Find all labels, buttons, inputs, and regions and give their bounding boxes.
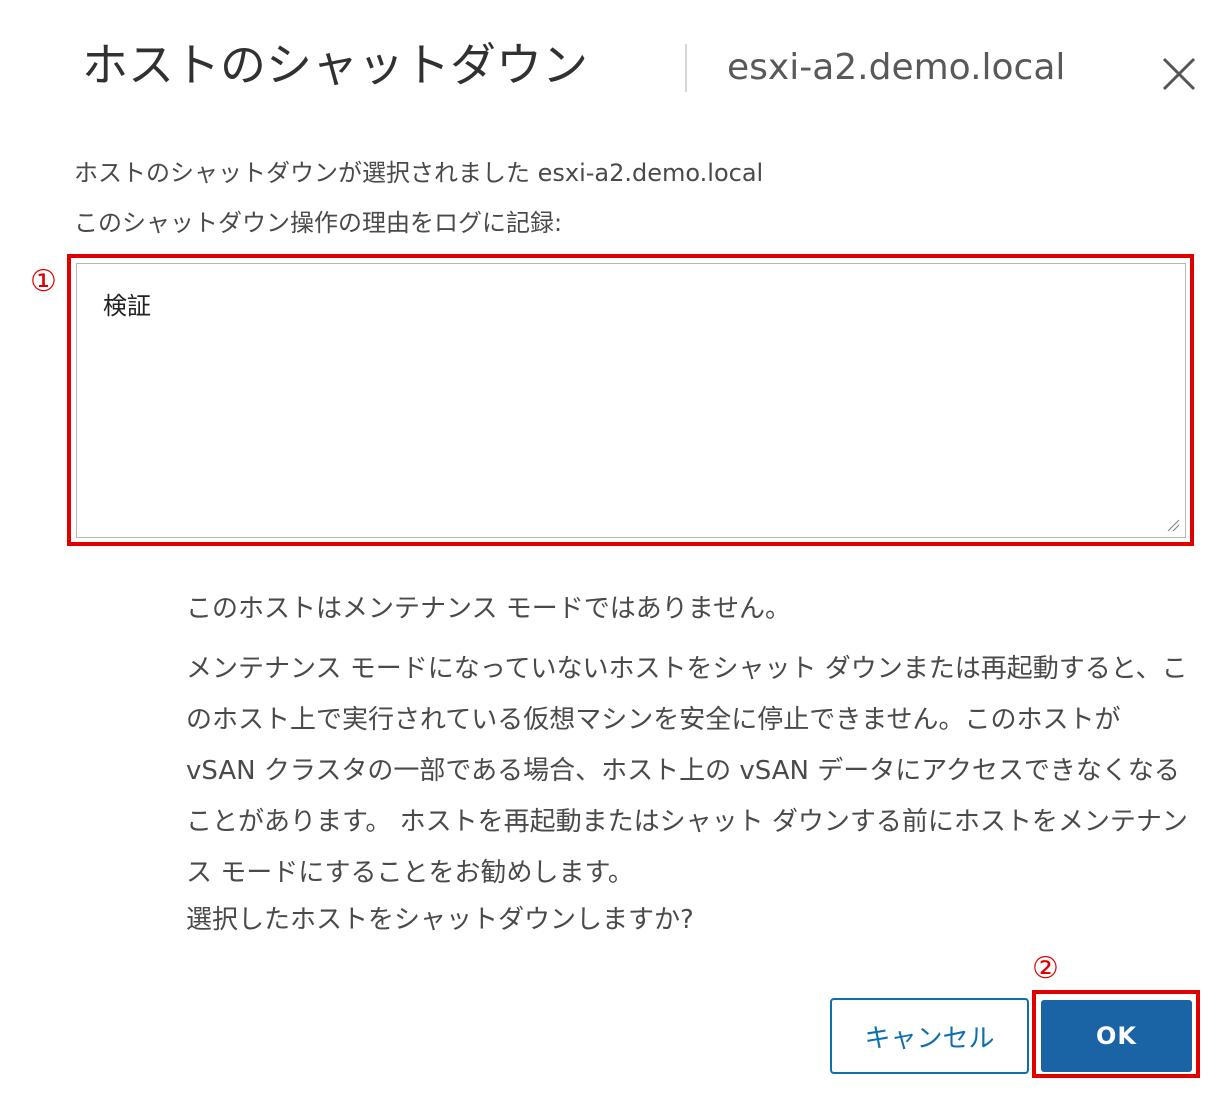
maintenance-mode-explanation: メンテナンス モードになっていないホストをシャット ダウンまたは再起動すると、こ… (186, 654, 1188, 888)
title-divider (685, 44, 687, 92)
confirm-question: 選択したホストをシャットダウンしますか? (186, 905, 694, 935)
shutdown-reason-textarea[interactable] (76, 263, 1186, 538)
close-icon[interactable] (1160, 55, 1198, 93)
reason-label: このシャットダウン操作の理由をログに記録: (74, 209, 563, 237)
selected-host-text: ホストのシャットダウンが選択されました esxi-a2.demo.local (74, 159, 764, 187)
maintenance-mode-warning: このホストはメンテナンス モードではありません。 (186, 594, 791, 624)
resize-grip-icon[interactable] (1166, 518, 1180, 532)
cancel-button[interactable]: キャンセル (830, 998, 1029, 1074)
dialog-title: ホストのシャットダウン (82, 38, 588, 92)
annotation-marker-1: ① (30, 264, 57, 299)
dialog-subtitle-host: esxi-a2.demo.local (727, 47, 1066, 88)
shutdown-host-dialog: ホストのシャットダウン esxi-a2.demo.local ホストのシャットダ… (0, 0, 1227, 1117)
ok-button[interactable]: OK (1041, 1000, 1192, 1072)
annotation-marker-2: ② (1032, 951, 1059, 986)
